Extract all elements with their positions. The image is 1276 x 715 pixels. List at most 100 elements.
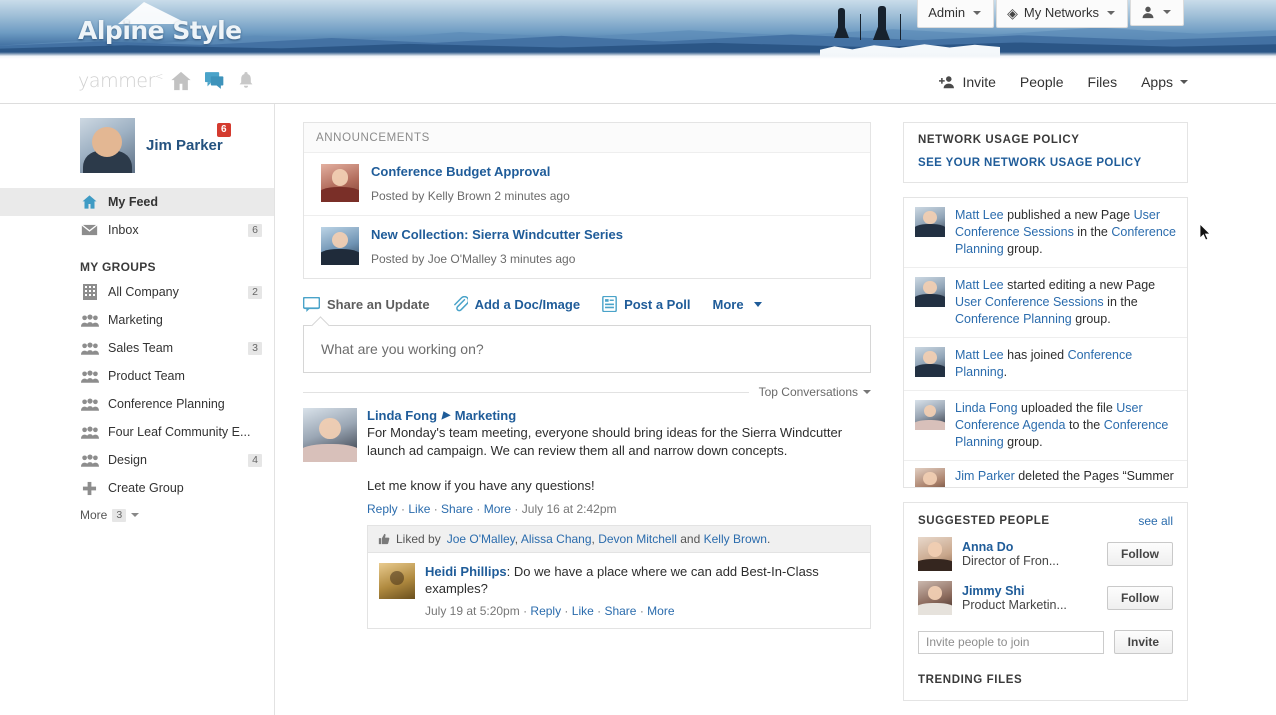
announcement-title[interactable]: Conference Budget Approval — [371, 164, 570, 180]
feed-sort-label: Top Conversations — [758, 385, 858, 399]
activity-actor-link[interactable]: Matt Lee — [955, 278, 1004, 292]
joe-omalley-avatar — [321, 227, 359, 265]
notifications-bell-icon[interactable] — [238, 70, 254, 90]
post-author-link[interactable]: Linda Fong — [367, 408, 437, 423]
comment-author-link[interactable]: Heidi Phillips — [425, 564, 507, 579]
liker-link[interactable]: Devon Mitchell — [598, 532, 677, 546]
suggested-person-name[interactable]: Anna Do — [962, 540, 1097, 554]
heidi-phillips-avatar[interactable] — [379, 563, 415, 599]
share-update-button[interactable]: Share an Update — [303, 296, 430, 312]
navbar-right-links: Invite People Files Apps — [939, 59, 1188, 104]
post-share-link[interactable]: Share — [441, 502, 473, 516]
invite-people-input[interactable] — [918, 630, 1104, 654]
admin-button-label: Admin — [928, 5, 966, 20]
my-networks-button[interactable]: ◈ My Networks — [996, 0, 1128, 28]
activity-actor-link[interactable]: Matt Lee — [955, 208, 1004, 222]
activity-actor-link[interactable]: Jim Parker — [955, 469, 1015, 483]
liker-link[interactable]: Alissa Chang — [521, 532, 592, 546]
sidebar-item-create-group[interactable]: Create Group — [0, 474, 274, 502]
user-icon — [1142, 6, 1154, 19]
suggested-person-role: Product Marketin... — [962, 598, 1067, 612]
trending-files-title: TRENDING FILES — [918, 674, 1023, 686]
messages-icon[interactable] — [205, 72, 225, 89]
feed-sort-dropdown[interactable]: Top Conversations — [759, 385, 871, 399]
activity-feed-panel: Matt Lee published a new Page User Confe… — [903, 197, 1188, 488]
sidebar-item-product-team[interactable]: Product Team — [0, 362, 274, 390]
post-reply-link[interactable]: Reply — [367, 502, 398, 516]
composer-input[interactable] — [304, 341, 870, 357]
linda-fong-avatar[interactable] — [303, 408, 357, 462]
comment-like-link[interactable]: Like — [572, 604, 594, 618]
policy-link[interactable]: SEE YOUR NETWORK USAGE POLICY — [918, 157, 1173, 169]
paperclip-icon — [453, 296, 468, 312]
anna-do-avatar[interactable] — [918, 537, 952, 571]
nav-files-link[interactable]: Files — [1088, 74, 1118, 90]
sidebar-item-sales-team[interactable]: Sales Team 3 — [0, 334, 274, 362]
activity-actor-link[interactable]: Matt Lee — [955, 348, 1004, 362]
invite-people-row: Invite — [904, 620, 1187, 666]
admin-button[interactable]: Admin — [917, 0, 995, 28]
linda-fong-avatar[interactable] — [915, 400, 945, 430]
jim-parker-avatar[interactable] — [915, 468, 945, 487]
activity-object-link[interactable]: User Conference Sessions — [955, 295, 1104, 309]
sidebar-more-groups[interactable]: More 3 — [0, 508, 274, 522]
suggested-person-name[interactable]: Jimmy Shi — [962, 584, 1097, 598]
post-more-link[interactable]: More — [484, 502, 511, 516]
home-icon[interactable] — [170, 70, 192, 92]
add-doc-image-button[interactable]: Add a Doc/Image — [452, 296, 580, 312]
activity-group-link[interactable]: Conference Planning — [955, 312, 1072, 326]
comment-more-link[interactable]: More — [647, 604, 674, 618]
yammer-logo[interactable]: yammer< — [78, 72, 163, 91]
comment-reply-link[interactable]: Reply — [530, 604, 561, 618]
liker-link[interactable]: Joe O'Malley — [447, 532, 515, 546]
post-group-link[interactable]: Marketing — [455, 408, 516, 423]
group-icon — [80, 313, 99, 327]
sidebar-item-my-feed[interactable]: My Feed — [0, 188, 274, 216]
sidebar-profile[interactable]: Jim Parker — [0, 115, 274, 175]
composer-more-button[interactable]: More — [713, 297, 762, 312]
announcement-item[interactable]: New Collection: Sierra Windcutter Series… — [304, 216, 870, 278]
nav-people-link[interactable]: People — [1020, 74, 1064, 90]
composer-input-box[interactable] — [303, 325, 871, 373]
jimmy-shi-avatar[interactable] — [918, 581, 952, 615]
post-poll-button[interactable]: Post a Poll — [602, 296, 691, 312]
sidebar-item-label: Sales Team — [108, 341, 174, 355]
activity-actor-link[interactable]: Linda Fong — [955, 401, 1018, 415]
trekking-pole-icon — [860, 14, 861, 40]
chevron-down-icon — [1107, 11, 1115, 15]
chevron-down-icon — [1180, 79, 1188, 84]
see-all-link[interactable]: see all — [1138, 514, 1173, 528]
sidebar-item-marketing[interactable]: Marketing — [0, 306, 274, 334]
invite-button[interactable]: Invite — [1113, 630, 1173, 654]
sidebar-item-all-company[interactable]: All Company 2 — [0, 278, 274, 306]
sidebar-item-four-leaf-community[interactable]: Four Leaf Community E... — [0, 418, 274, 446]
chevron-down-icon — [863, 390, 871, 394]
sidebar-item-design[interactable]: Design 4 — [0, 446, 274, 474]
nav-apps-link[interactable]: Apps — [1141, 74, 1188, 90]
profile-name[interactable]: Jim Parker — [146, 137, 223, 154]
follow-button[interactable]: Follow — [1107, 542, 1173, 566]
post-text: For Monday's team meeting, everyone shou… — [367, 425, 843, 458]
activity-text: Matt Lee started editing a new Page User… — [955, 277, 1176, 328]
announcement-title[interactable]: New Collection: Sierra Windcutter Series — [371, 227, 623, 243]
post-like-link[interactable]: Like — [408, 502, 430, 516]
activity-verb: started editing a new Page — [1003, 278, 1156, 292]
matt-lee-avatar[interactable] — [915, 347, 945, 377]
main-feed-column: ANNOUNCEMENTS Conference Budget Approval… — [275, 104, 893, 715]
sidebar-item-inbox[interactable]: Inbox 6 — [0, 216, 274, 244]
sidebar-item-count: 6 — [248, 223, 262, 237]
user-menu-button[interactable] — [1130, 0, 1184, 26]
nav-invite-link[interactable]: Invite — [939, 74, 996, 90]
sidebar-more-count: 3 — [112, 508, 127, 522]
feed-post: Linda Fong ▶ Marketing For Monday's team… — [303, 408, 871, 516]
liker-link[interactable]: Kelly Brown — [704, 532, 767, 546]
follow-button[interactable]: Follow — [1107, 586, 1173, 610]
announcement-item[interactable]: Conference Budget Approval Posted by Kel… — [304, 153, 870, 216]
likes-prefix: Liked by — [396, 532, 441, 546]
banner-snow-cap — [0, 52, 1276, 59]
group-icon — [80, 397, 99, 411]
matt-lee-avatar[interactable] — [915, 207, 945, 237]
matt-lee-avatar[interactable] — [915, 277, 945, 307]
sidebar-item-conference-planning[interactable]: Conference Planning — [0, 390, 274, 418]
comment-share-link[interactable]: Share — [604, 604, 636, 618]
